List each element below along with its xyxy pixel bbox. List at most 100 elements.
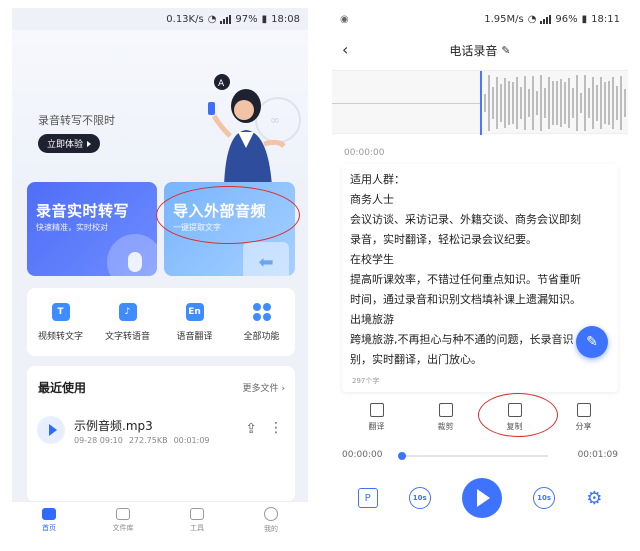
right-phone-screen: ◉ 1.95M/s ◔ 96% ▮ 18:11 ‹ 电话录音 ✎ 00:00:0… bbox=[332, 8, 628, 539]
playback-progress[interactable]: 00:00:00 00:01:09 bbox=[332, 448, 628, 464]
network-speed: 1.95M/s bbox=[484, 13, 524, 25]
total-time: 00:01:09 bbox=[577, 450, 618, 460]
waveform-bar bbox=[532, 76, 534, 130]
tab-tools[interactable]: 工具 bbox=[160, 502, 234, 539]
pencil-icon: ✎ bbox=[586, 334, 598, 350]
bookmark-button[interactable]: P bbox=[357, 488, 378, 508]
share-button[interactable]: 分享 bbox=[549, 396, 618, 438]
edit-fab[interactable]: ✎ bbox=[576, 326, 608, 358]
forward-10s-button[interactable]: 10s bbox=[533, 487, 556, 509]
import-arrow-icon: ⬅ bbox=[243, 242, 289, 276]
waveform-bar bbox=[592, 77, 594, 129]
waveform-baseline bbox=[332, 103, 482, 104]
voice-translate-icon: En bbox=[185, 302, 204, 321]
gear-icon[interactable]: ⚙ bbox=[586, 488, 602, 509]
waveform-bar bbox=[564, 82, 566, 124]
translate-button[interactable]: 翻译 bbox=[342, 396, 411, 438]
annotation-ellipse bbox=[156, 186, 300, 244]
transcript-line: 会议访谈、采访记录、外籍交谈、商务会议即刻 bbox=[350, 213, 581, 226]
arrow-right-icon bbox=[87, 140, 92, 147]
segment-timestamp: 00:00:00 bbox=[344, 148, 385, 158]
feature-voice-translate[interactable]: En 语音翻译 bbox=[161, 288, 228, 356]
feature-text-to-speech[interactable]: ♪ 文字转语音 bbox=[94, 288, 161, 356]
hero-banner[interactable]: 录音转写不限时 立即体验 ∞ A bbox=[12, 30, 308, 186]
play-icon bbox=[48, 424, 57, 436]
file-date: 09-28 09:10 bbox=[74, 436, 123, 445]
folder-icon bbox=[116, 508, 130, 520]
feature-label: 视频转文字 bbox=[37, 331, 83, 342]
current-time: 00:00:00 bbox=[342, 450, 383, 460]
feature-shortcuts: T 视频转文字 ♪ 文字转语音 En 语音翻译 全部功能 bbox=[27, 288, 295, 356]
waveform-bar bbox=[548, 77, 550, 129]
recent-section: 最近使用 更多文件 › 示例音频.mp3 09-28 09:10 272.75K… bbox=[27, 366, 295, 502]
recent-title: 最近使用 bbox=[38, 381, 87, 395]
hero-illustration: ∞ A bbox=[208, 74, 301, 186]
toolbox-icon bbox=[190, 508, 204, 520]
file-meta: 09-28 09:10 272.75KB 00:01:09 bbox=[74, 436, 210, 445]
waveform-bar bbox=[568, 77, 570, 129]
waveform-bar bbox=[504, 77, 506, 129]
waveform-bar bbox=[488, 75, 490, 131]
svg-text:∞: ∞ bbox=[270, 113, 280, 127]
tab-mine[interactable]: 我的 bbox=[234, 502, 308, 539]
battery-level: 96% bbox=[555, 13, 578, 25]
waveform-bar bbox=[528, 89, 530, 117]
video-to-text-icon: T bbox=[51, 302, 70, 321]
play-file-button[interactable] bbox=[37, 416, 65, 444]
waveform-bar bbox=[520, 86, 522, 120]
waveform-bar bbox=[544, 87, 546, 119]
waveform-bar bbox=[540, 75, 542, 131]
more-options-icon[interactable]: ⋮ bbox=[269, 420, 283, 436]
waveform-bar bbox=[560, 79, 562, 127]
waveform[interactable] bbox=[332, 70, 628, 135]
file-duration: 00:01:09 bbox=[173, 436, 210, 445]
file-name[interactable]: 示例音频.mp3 bbox=[74, 417, 153, 434]
crop-button[interactable]: 裁剪 bbox=[411, 396, 480, 438]
waveform-bar bbox=[620, 75, 622, 131]
playhead[interactable] bbox=[480, 71, 482, 135]
more-files-link[interactable]: 更多文件 › bbox=[243, 381, 285, 394]
tab-home[interactable]: 首页 bbox=[12, 502, 86, 539]
realtime-transcribe-card[interactable]: 录音实时转写 快速精准，实时校对 bbox=[27, 182, 157, 276]
character-count: 297个字 bbox=[352, 377, 380, 385]
waveform-bar bbox=[484, 94, 486, 112]
share-icon[interactable]: ⇪ bbox=[245, 421, 257, 437]
transcript-line: 适用人群： bbox=[350, 173, 405, 186]
transcript-box[interactable]: 适用人群： 商务人士 会议访谈、采访记录、外籍交谈、商务会议即刻 录音，实时翻译… bbox=[342, 164, 618, 392]
waveform-bar bbox=[512, 81, 514, 125]
clock: 18:11 bbox=[591, 13, 620, 25]
tab-file-library[interactable]: 文件库 bbox=[86, 502, 160, 539]
waveform-bar bbox=[580, 93, 582, 113]
progress-track[interactable] bbox=[398, 455, 548, 457]
waveform-bar bbox=[600, 77, 602, 129]
feature-all-functions[interactable]: 全部功能 bbox=[228, 288, 295, 356]
battery-icon: ▮ bbox=[581, 13, 588, 25]
annotation-ellipse bbox=[478, 393, 558, 437]
transcript-line: 商务人士 bbox=[350, 193, 394, 206]
waveform-bar bbox=[604, 81, 606, 125]
crop-icon bbox=[438, 402, 453, 417]
waveform-bar bbox=[496, 77, 498, 129]
progress-knob[interactable] bbox=[398, 452, 406, 460]
waveform-bar bbox=[524, 75, 526, 131]
translate-icon bbox=[369, 402, 384, 417]
edit-title-icon[interactable]: ✎ bbox=[501, 44, 510, 57]
play-button[interactable] bbox=[461, 478, 502, 518]
waveform-bar bbox=[492, 87, 494, 119]
back-icon[interactable]: ‹ bbox=[342, 40, 348, 59]
realtime-transcribe-subtitle: 快速精准，实时校对 bbox=[36, 223, 108, 232]
page-title: 电话录音 bbox=[449, 43, 498, 58]
feature-label: 语音翻译 bbox=[176, 331, 213, 342]
status-bar: ◉ 1.95M/s ◔ 96% ▮ 18:11 bbox=[332, 8, 628, 30]
microphone-icon bbox=[107, 234, 157, 276]
rewind-10s-button[interactable]: 10s bbox=[408, 487, 431, 509]
bottom-tab-bar: 首页 文件库 工具 我的 bbox=[12, 501, 308, 539]
wifi-icon: ◔ bbox=[207, 13, 217, 25]
waveform-bar bbox=[552, 81, 554, 125]
feature-video-to-text[interactable]: T 视频转文字 bbox=[27, 288, 94, 356]
try-now-button[interactable]: 立即体验 bbox=[38, 134, 101, 153]
feature-label: 文字转语音 bbox=[104, 331, 150, 342]
waveform-bar bbox=[576, 75, 578, 131]
left-phone-screen: 0.13K/s ◔ 97% ▮ 18:08 录音转写不限时 立即体验 ∞ A 录… bbox=[12, 8, 308, 539]
signal-icon bbox=[540, 14, 552, 24]
